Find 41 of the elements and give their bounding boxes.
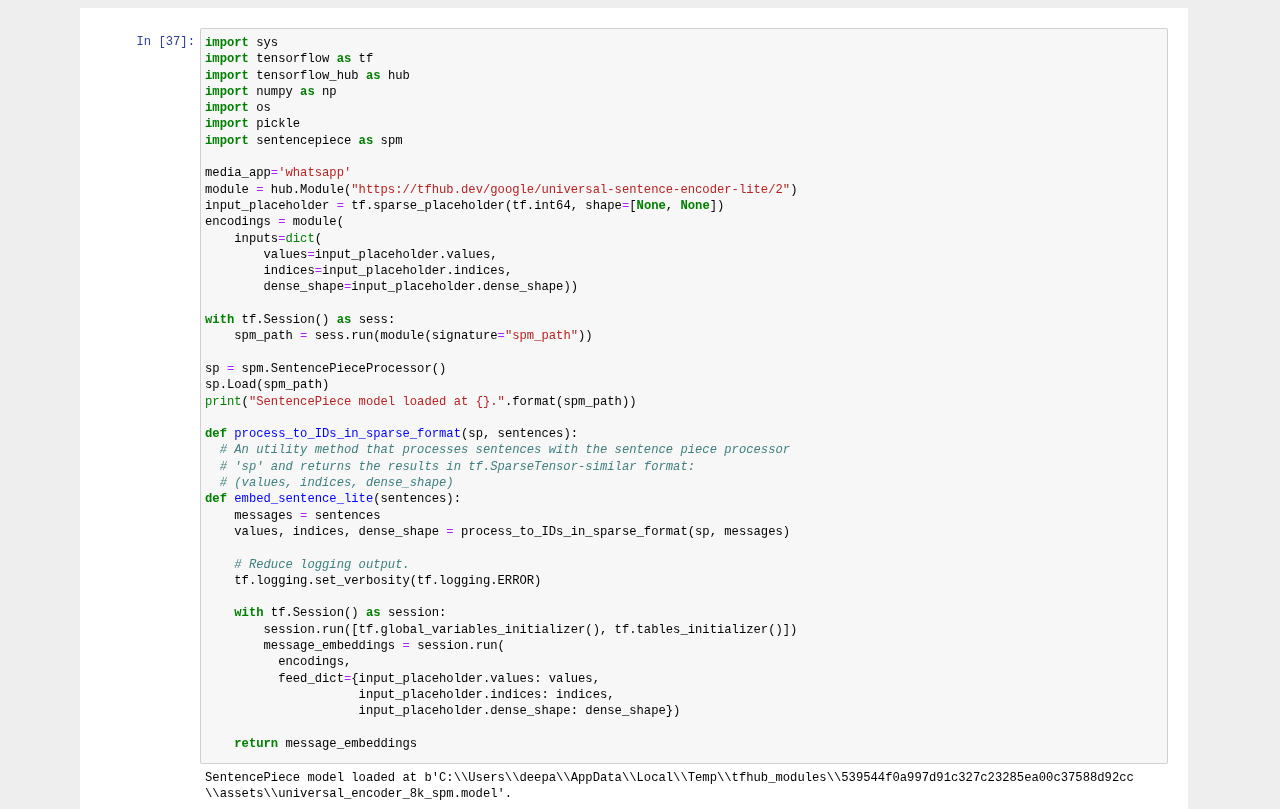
code-line: encodings, — [277, 654, 353, 671]
code-cell[interactable] — [200, 28, 1168, 765]
code-line: input_placeholder.indices: indices, — [357, 686, 616, 704]
code-line: import tensorflow as tf — [205, 51, 375, 68]
code-line: values, indices, dense_shape = process_to_IDs_in_sparse_format(sp, messages) — [233, 523, 792, 541]
code-line: return message_embeddings — [233, 735, 419, 753]
code-line: input_placeholder = tf.sparse_placeholder(tf.int64, shape=[None, None]) — [205, 197, 726, 215]
code-line: def process_to_IDs_in_sparse_format(sp, sentences): — [205, 426, 580, 443]
output-line: SentencePiece model loaded at b'C:\\Users\\deepa\\AppData\\Local\\Temp\\tfhub_modules\\539544f0a997d91c327c23285ea00c37588d92cc — [205, 770, 1135, 787]
code-line: session.run([tf.global_variables_initializer(), tf.tables_initializer()]) — [262, 621, 799, 638]
code-line: dense_shape=input_placeholder.dense_shape)) — [262, 279, 580, 296]
code-line: encodings = module( — [205, 214, 345, 231]
code-line: module = hub.Module("https://tfhub.dev/google/universal-sentence-encoder-lite/2") — [205, 181, 799, 198]
code-line: feed_dict={input_placeholder.values: values, — [277, 670, 601, 687]
code-line: spm_path = sess.run(module(signature="spm_path")) — [233, 328, 594, 345]
code-line: # 'sp' and returns the results in tf.SparseTensor-similar format: — [218, 458, 697, 475]
code-line: inputs=dict( — [233, 230, 324, 247]
code-line: import sentencepiece as spm — [205, 132, 404, 150]
code-line: # Reduce logging output. — [233, 556, 411, 573]
code-line: # An utility method that processes sentences with the sentence piece processor — [218, 442, 792, 459]
code-line: import os — [205, 100, 272, 117]
code-line: def embed_sentence_lite(sentences): — [205, 491, 462, 508]
code-line: input_placeholder.dense_shape: dense_shape}) — [357, 703, 682, 720]
code-line: sp.Load(spm_path) — [205, 377, 331, 394]
code-line: # (values, indices, dense_shape) — [218, 475, 455, 492]
code-line: media_app='whatsapp' — [205, 165, 353, 182]
code-line: tf.logging.set_verbosity(tf.logging.ERROR) — [233, 572, 543, 590]
code-line: message_embeddings = session.run( — [262, 638, 506, 655]
code-line: values=input_placeholder.values, — [262, 246, 499, 264]
code-line: sp = spm.SentencePieceProcessor() — [205, 360, 448, 378]
output-line: \\assets\\universal_encoder_8k_spm.model'. — [205, 786, 514, 803]
cell-prompt: In [37]: — [136, 34, 195, 51]
code-line: messages = sentences — [233, 507, 382, 524]
code-line: import sys — [205, 35, 280, 52]
code-line: import pickle — [205, 116, 302, 133]
code-line: import tensorflow_hub as hub — [205, 67, 411, 84]
code-line: with tf.Session() as session: — [233, 605, 448, 622]
code-line: with tf.Session() as sess: — [205, 312, 397, 329]
code-line: print("SentencePiece model loaded at {}.".format(spm_path)) — [205, 393, 638, 410]
code-line: import numpy as np — [205, 83, 338, 101]
code-line: indices=input_placeholder.indices, — [262, 263, 514, 280]
